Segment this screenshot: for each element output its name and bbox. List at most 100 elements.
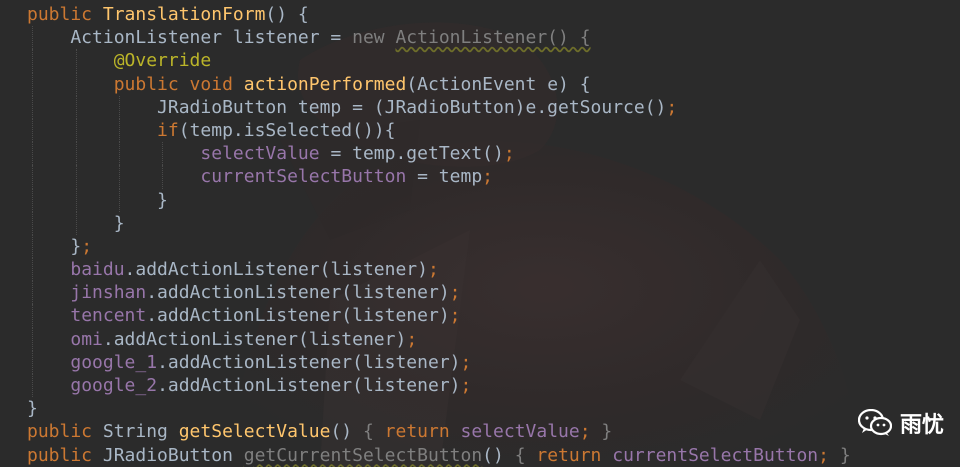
code-token: ; <box>406 328 418 350</box>
code-token: .addActionListener(listener) <box>157 375 461 396</box>
code-line: jinshan.addActionListener(listener); <box>0 281 960 305</box>
code-token: google_1 <box>70 351 158 373</box>
code-token: = temp.getText() <box>319 143 504 165</box>
code-token: return <box>384 421 461 443</box>
watermark: 雨忧 <box>857 407 944 439</box>
code-line: public JRadioButton getCurrentSelectButt… <box>0 444 960 467</box>
code-token: } <box>601 421 613 443</box>
code-token: JRadioButton temp = (JRadioButton)e.getS… <box>27 96 667 118</box>
indent-guide <box>32 188 34 212</box>
indent-guide <box>75 72 78 96</box>
indent-guide <box>75 49 78 73</box>
code-token: } <box>839 444 851 466</box>
indent-guide <box>32 95 34 119</box>
indent-guide <box>75 95 78 119</box>
code-token: ActionListener() { <box>395 27 591 49</box>
indent-guide <box>32 165 34 189</box>
code-token: tencent <box>70 305 147 327</box>
code-token: getCurrentSelectButton <box>243 444 483 466</box>
indent-guide <box>32 281 34 305</box>
indent-guide <box>119 165 121 189</box>
code-line: if(temp.isSelected()){ <box>0 118 960 143</box>
indent-guide <box>162 142 164 166</box>
code-token: actionPerformed <box>243 73 407 95</box>
code-token: ; <box>81 235 93 257</box>
code-line: } <box>0 211 960 235</box>
code-line: public TranslationForm() { <box>0 3 960 26</box>
code-token: () <box>330 421 363 443</box>
code-line: google_1.addActionListener(listener); <box>0 350 960 374</box>
indent-guide <box>32 327 34 351</box>
code-token: currentSelectButton <box>612 444 819 466</box>
indent-guide <box>32 142 34 166</box>
code-token: (temp.isSelected()){ <box>178 119 396 141</box>
code-token: ; <box>449 305 461 327</box>
code-line: public String getSelectValue() { return … <box>0 420 960 443</box>
code-token: } <box>27 189 168 211</box>
code-token: .addActionListener(listener) <box>146 282 450 304</box>
code-token: () { <box>265 4 309 25</box>
indent-guide <box>75 188 78 212</box>
code-token: ; <box>460 375 472 396</box>
code-token: String <box>102 421 179 443</box>
indent-guide <box>75 211 78 235</box>
code-token: public void <box>113 73 244 95</box>
code-token: google_2 <box>70 375 158 396</box>
code-line: currentSelectButton = temp; <box>0 165 960 189</box>
code-line: ActionListener listener = new ActionList… <box>0 26 960 50</box>
code-line: }; <box>0 234 960 259</box>
code-token: .addActionListener(listener) <box>102 328 407 350</box>
code-token: .addActionListener(listener) <box>146 305 450 327</box>
code-token: ; <box>449 282 461 304</box>
code-token: @Override <box>113 50 212 72</box>
code-token: () <box>482 444 515 466</box>
code-token: new <box>352 27 396 49</box>
code-line: baidu.addActionListener(listener); <box>0 258 960 282</box>
indent-guide <box>32 258 34 282</box>
indent-guide <box>75 118 78 143</box>
code-token: ; <box>482 166 493 188</box>
code-token: public <box>27 444 103 466</box>
code-line: } <box>0 188 960 212</box>
code-token: selectValue <box>460 421 580 443</box>
code-line: omi.addActionListener(listener); <box>0 327 960 351</box>
code-token: } <box>27 398 38 420</box>
indent-guide <box>32 49 34 73</box>
code-token: } <box>27 235 82 257</box>
indent-guide <box>32 72 34 96</box>
wechat-icon <box>857 409 892 436</box>
indent-guide <box>32 304 34 328</box>
code-token: ; <box>427 259 439 281</box>
code-token: jinshan <box>70 282 147 304</box>
code-token: = temp <box>406 166 483 188</box>
indent-guide <box>119 188 121 212</box>
code-line: public void actionPerformed(ActionEvent … <box>0 72 960 96</box>
code-line: @Override <box>0 49 960 73</box>
indent-guide <box>75 142 78 166</box>
indent-guide <box>32 350 34 374</box>
indent-guide <box>162 165 164 189</box>
code-token: ; <box>460 351 472 373</box>
indent-guide <box>32 374 34 398</box>
indent-guide <box>32 234 34 259</box>
code-token: ; <box>818 444 840 466</box>
indent-guide <box>119 118 121 143</box>
indent-guide <box>75 165 78 189</box>
code-token: TranslationForm <box>102 4 266 25</box>
indent-guide <box>119 95 121 119</box>
code-token: ActionListener listener = <box>27 27 353 49</box>
code-token: currentSelectButton <box>200 166 407 188</box>
code-token: public <box>27 4 103 25</box>
code-token: { <box>362 421 385 443</box>
code-token: JRadioButton <box>102 444 244 466</box>
code-token: .addActionListener(listener) <box>157 351 461 373</box>
code-token: .addActionListener(listener) <box>124 259 428 281</box>
code-line: selectValue = temp.getText(); <box>0 142 960 166</box>
code-editor: public TranslationForm() { ActionListene… <box>0 3 960 467</box>
code-token: { <box>514 444 537 466</box>
